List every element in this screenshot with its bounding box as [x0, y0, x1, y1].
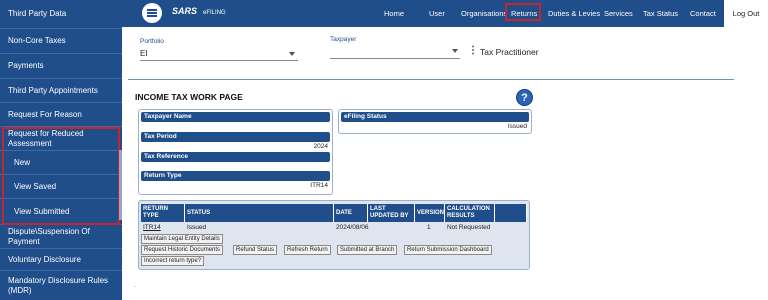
sidebar-item-third-party-appointments[interactable]: Third Party Appointments — [0, 79, 122, 103]
sidebar-item-new[interactable]: New — [0, 151, 122, 175]
efiling-status-value: Issued — [507, 123, 527, 130]
portfolio-label: Portfolio — [140, 38, 164, 45]
efiling-status-panel: eFiling Status Issued — [338, 109, 532, 134]
sidebar-item-third-party-data[interactable]: Third Party Data — [0, 0, 122, 29]
tax-reference-header: Tax Reference — [141, 152, 330, 162]
col-calculation-results: CALCULATION RESULTS — [445, 204, 495, 222]
page-title: INCOME TAX WORK PAGE — [135, 92, 243, 102]
portfolio-underline — [140, 60, 298, 61]
hamburger-menu-button[interactable] — [142, 3, 162, 23]
nav-contact[interactable]: Contact — [690, 0, 716, 27]
efiling-status-header: eFiling Status — [341, 112, 529, 122]
sidebar-item-view-submitted[interactable]: View Submitted — [0, 199, 122, 225]
taxpayer-label: Taxpayer — [330, 36, 357, 43]
sidebar-item-dispute-suspension[interactable]: Dispute\Suspension Of Payment — [0, 225, 122, 249]
logout-button[interactable]: Log Out — [724, 0, 768, 27]
chevron-down-icon — [289, 52, 295, 56]
taxpayer-name-header: Taxpayer Name — [141, 112, 330, 122]
sidebar-item-non-core-taxes[interactable]: Non-Core Taxes — [0, 29, 122, 54]
nav-tax-status[interactable]: Tax Status — [643, 0, 678, 27]
logo-text: SARS — [172, 6, 198, 16]
row-status: Issued — [187, 224, 207, 231]
sidebar-item-voluntary-disclosure[interactable]: Voluntary Disclosure — [0, 249, 122, 271]
incorrect-return-type-button[interactable]: Incorrect return type? — [141, 256, 205, 266]
sidebar-item-mdr[interactable]: Mandatory Disclosure Rules (MDR) — [0, 271, 122, 300]
nav-organisations[interactable]: Organisations — [461, 0, 507, 27]
top-nav: SARS eFILING Home User Organisations Retu… — [122, 0, 768, 27]
submitted-at-branch-button[interactable]: Submitted at Branch — [337, 245, 398, 255]
row-date: 2024/08/06 — [336, 224, 369, 231]
col-date: DATE — [334, 204, 368, 222]
nav-returns-highlight — [505, 3, 541, 21]
nav-duties-levies[interactable]: Duties & Levies — [548, 0, 600, 27]
more-options-icon[interactable]: ⋮ — [468, 45, 478, 56]
refund-status-button[interactable]: Refund Status — [233, 245, 278, 255]
help-icon[interactable]: ? — [516, 89, 533, 106]
col-status: STATUS — [185, 204, 334, 222]
col-return-type: RETURN TYPE — [141, 204, 185, 222]
row-return-type-link[interactable]: ITR14 — [143, 224, 161, 231]
sidebar-item-view-saved[interactable]: View Saved — [0, 175, 122, 199]
taxpayer-details-panel: Taxpayer Name Tax Period 2024 Tax Refere… — [138, 109, 333, 195]
sidebar-item-payments[interactable]: Payments — [0, 54, 122, 79]
col-version: VERSION — [415, 204, 445, 222]
col-last-updated-by: LAST UPDATED BY — [368, 204, 415, 222]
nav-user[interactable]: User — [429, 0, 445, 27]
portfolio-select[interactable]: EI — [140, 49, 148, 58]
sidebar-item-request-for-reason[interactable]: Request For Reason — [0, 103, 122, 127]
taxpayer-underline — [330, 58, 460, 59]
tax-period-header: Tax Period — [141, 132, 330, 142]
refresh-return-button[interactable]: Refresh Return — [284, 245, 331, 255]
maintain-legal-entity-button[interactable]: Maintain Legal Entity Details — [141, 234, 223, 244]
chevron-down-icon — [452, 49, 458, 53]
return-submission-dashboard-button[interactable]: Return Submission Dashboard — [404, 245, 492, 255]
sidebar-item-request-reduced-assessment[interactable]: Request for Reduced Assessment — [0, 127, 122, 151]
return-type-value: ITR14 — [310, 182, 328, 189]
col-empty — [495, 204, 527, 222]
returns-table: RETURN TYPE STATUS DATE LAST UPDATED BY … — [138, 200, 530, 270]
return-type-header: Return Type — [141, 171, 330, 181]
tax-practitioner-label: Tax Practitioner — [480, 47, 539, 57]
row-calculation: Not Requested — [447, 224, 491, 231]
tax-period-value: 2024 — [313, 143, 328, 150]
hamburger-icon — [147, 9, 157, 17]
sars-logo: SARS eFILING — [172, 6, 226, 16]
row-version: 1 — [427, 224, 431, 231]
sidebar: Third Party Data Non-Core Taxes Payments… — [0, 0, 122, 300]
footer-dot: . — [134, 283, 136, 289]
nav-services[interactable]: Services — [604, 0, 633, 27]
selector-divider — [128, 79, 734, 80]
request-historic-documents-button[interactable]: Request Historic Documents — [141, 245, 224, 255]
logo-efiling: eFILING — [203, 10, 226, 16]
nav-home[interactable]: Home — [384, 0, 404, 27]
